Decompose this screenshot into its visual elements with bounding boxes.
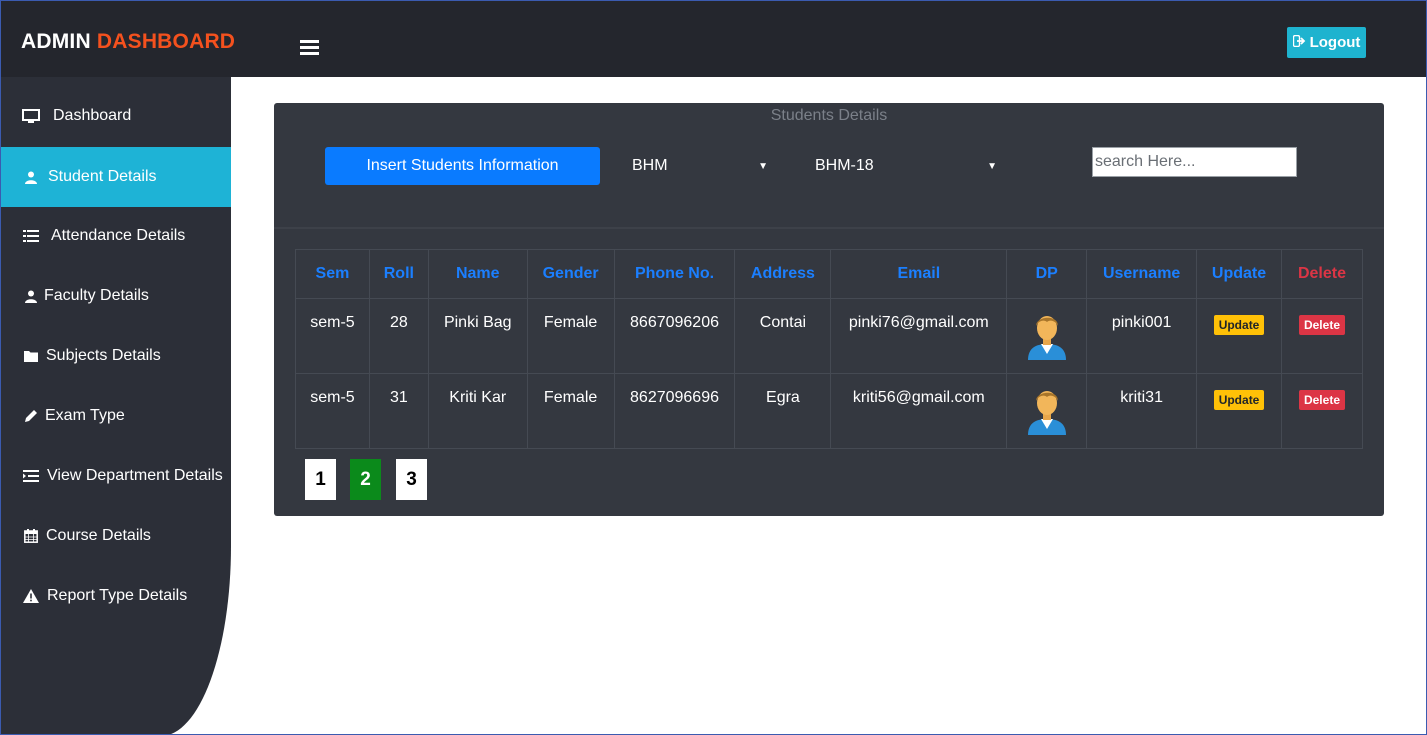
sidebar-item-label: Dashboard (53, 107, 132, 124)
sidebar-item-student-details[interactable]: Student Details (1, 147, 231, 207)
cell-username: kriti31 (1086, 373, 1198, 449)
indent-list-icon (21, 470, 41, 482)
sidebar-item-report-type-details[interactable]: Report Type Details (1, 566, 231, 626)
logout-button[interactable]: Logout (1287, 27, 1366, 58)
cell-name: Pinki Bag (427, 298, 528, 374)
sign-out-icon (1292, 34, 1306, 50)
column-header: Delete (1280, 249, 1364, 299)
page-link-3[interactable]: 3 (396, 459, 427, 500)
list-icon (21, 230, 41, 242)
sidebar-item-faculty-details[interactable]: Faculty Details (1, 266, 231, 326)
department-select-value: BHM (632, 157, 668, 174)
column-header: DP (1006, 249, 1088, 299)
cell-name: Kriti Kar (427, 373, 528, 449)
avatar (1026, 312, 1068, 365)
sidebar-item-exam-type[interactable]: Exam Type (1, 386, 231, 446)
cell-dp (1006, 373, 1088, 449)
column-header: Phone No. (613, 249, 736, 299)
students-table: Sem Roll Name Gender Phone No. Address E… (295, 249, 1364, 449)
app-window: ADMIN DASHBOARD Logout Dashboard Student… (0, 0, 1427, 735)
user-icon (21, 171, 41, 184)
column-header: Address (734, 249, 832, 299)
top-bar: ADMIN DASHBOARD Logout (1, 1, 1426, 77)
batch-select-value: BHM-18 (815, 157, 874, 174)
search-input[interactable] (1092, 147, 1297, 177)
column-header: Gender (526, 249, 615, 299)
cell-sem: sem-5 (295, 373, 370, 449)
sidebar-item-course-details[interactable]: Course Details (1, 506, 231, 566)
sidebar-item-subjects-details[interactable]: Subjects Details (1, 326, 231, 386)
logout-label: Logout (1309, 34, 1361, 51)
column-header: Sem (295, 249, 370, 299)
column-header: Name (427, 249, 528, 299)
column-header: Email (830, 249, 1008, 299)
cell-email: kriti56@gmail.com (830, 373, 1008, 449)
cell-address: Contai (734, 298, 832, 374)
delete-button[interactable]: Delete (1298, 390, 1345, 410)
cell-phone: 8627096696 (613, 373, 736, 449)
cell-roll: 31 (368, 373, 429, 449)
column-header: Roll (368, 249, 429, 299)
cell-phone: 8667096206 (613, 298, 736, 374)
cell-email: pinki76@gmail.com (830, 298, 1008, 374)
department-select[interactable]: BHM ▼ (632, 150, 768, 182)
table-header-row: Sem Roll Name Gender Phone No. Address E… (295, 249, 1364, 299)
brand-title: ADMIN DASHBOARD (21, 30, 235, 54)
sidebar-item-label: Exam Type (45, 407, 125, 424)
column-header: Update (1196, 249, 1282, 299)
page-link-1[interactable]: 1 (305, 459, 336, 500)
column-header: Username (1086, 249, 1198, 299)
update-button[interactable]: Update (1213, 315, 1265, 335)
sidebar-item-attendance-details[interactable]: Attendance Details (1, 206, 231, 266)
sidebar-item-label: Student Details (48, 168, 157, 185)
menu-toggle-icon[interactable] (300, 40, 319, 55)
page-link-2[interactable]: 2 (350, 459, 381, 500)
cell-update: Update (1196, 373, 1282, 449)
sidebar-item-label: View Department Details (47, 467, 223, 484)
sidebar-item-label: Attendance Details (51, 227, 186, 244)
cell-delete: Delete (1280, 298, 1364, 374)
folder-icon (21, 350, 41, 362)
sidebar-item-view-department-details[interactable]: View Department Details (1, 446, 231, 506)
calendar-icon (21, 529, 41, 543)
avatar (1026, 387, 1068, 440)
panel-header: Students Details Insert Students Informa… (274, 103, 1384, 229)
brand-accent: DASHBOARD (96, 30, 236, 53)
monitor-icon (21, 108, 41, 124)
sidebar-item-label: Faculty Details (44, 287, 149, 304)
cell-username: pinki001 (1086, 298, 1198, 374)
sidebar: Dashboard Student Details Attendance Det… (1, 77, 231, 734)
sidebar-item-label: Subjects Details (46, 347, 161, 364)
table-row: sem-5 28 Pinki Bag Female 8667096206 Con… (295, 298, 1364, 374)
cell-update: Update (1196, 298, 1282, 374)
cell-roll: 28 (368, 298, 429, 374)
cell-gender: Female (526, 298, 615, 374)
cell-delete: Delete (1280, 373, 1364, 449)
warning-icon (21, 589, 41, 603)
brand-main: ADMIN (21, 30, 91, 53)
cell-sem: sem-5 (295, 298, 370, 374)
panel-title: Students Details (770, 107, 888, 124)
table-row: sem-5 31 Kriti Kar Female 8627096696 Egr… (295, 373, 1364, 449)
batch-select[interactable]: BHM-18 ▼ (815, 150, 997, 182)
sidebar-item-label: Course Details (46, 527, 151, 544)
cell-address: Egra (734, 373, 832, 449)
cell-dp (1006, 298, 1088, 374)
sidebar-item-label: Report Type Details (47, 587, 188, 604)
user-icon (21, 290, 41, 303)
delete-button[interactable]: Delete (1298, 315, 1345, 335)
caret-down-icon: ▼ (987, 160, 997, 172)
students-panel: Students Details Insert Students Informa… (274, 103, 1384, 516)
pencil-icon (21, 409, 41, 423)
insert-students-button[interactable]: Insert Students Information (325, 147, 600, 185)
update-button[interactable]: Update (1213, 390, 1265, 410)
sidebar-item-dashboard[interactable]: Dashboard (1, 86, 231, 146)
caret-down-icon: ▼ (758, 160, 768, 172)
cell-gender: Female (526, 373, 615, 449)
